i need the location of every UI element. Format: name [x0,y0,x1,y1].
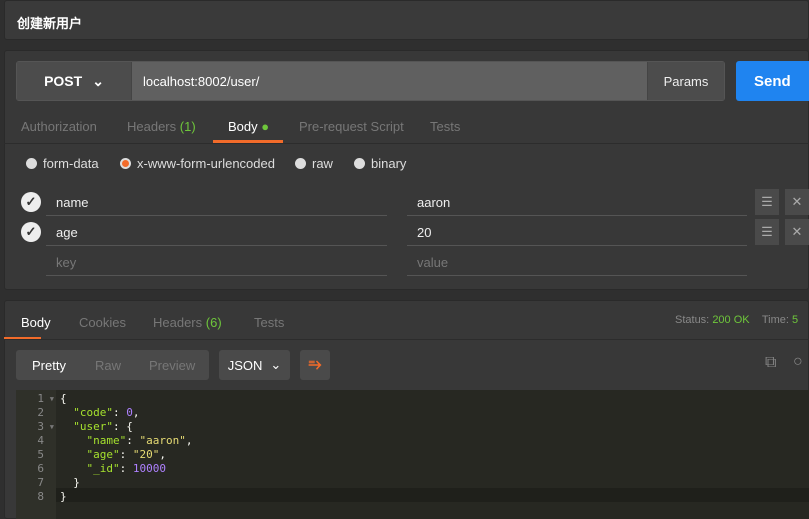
code-line: } [60,490,67,503]
wrap-lines-icon[interactable]: ⥱ [300,350,330,380]
key-input[interactable]: name [46,188,387,216]
code-line: { [60,392,67,405]
line-number: 6 [37,462,44,475]
code-line: "user": { [73,420,133,433]
headers-count: (6) [205,315,222,330]
tab-headers[interactable]: Headers (1) [127,119,196,134]
line-number: 7 [37,476,44,489]
key-input[interactable]: age [46,218,387,246]
response-tab-body[interactable]: Body [21,315,51,330]
format-label: JSON [227,357,263,373]
divider [4,143,809,144]
tab-authorization[interactable]: Authorization [21,119,97,134]
view-pretty-button[interactable]: Pretty [32,358,66,373]
radio-icon [295,158,306,169]
response-tab-headers[interactable]: Headers (6) [153,315,222,330]
method-label: POST [44,73,83,89]
tab-label: Body [228,119,258,134]
new-key-input[interactable]: key [46,248,387,276]
tab-body[interactable]: Body ● [228,119,269,134]
delete-row-icon[interactable]: ✕ [785,219,809,245]
radio-raw[interactable]: raw [295,156,333,171]
response-tab-cookies[interactable]: Cookies [79,315,126,330]
code-line: "name": "aaron", [86,434,193,447]
radio-form-data[interactable]: form-data [26,156,99,171]
active-line-highlight [56,488,809,502]
headers-count: (1) [179,119,196,134]
drag-handle-icon[interactable]: ☰ [755,219,779,245]
radio-selected-icon [120,158,131,169]
params-button[interactable]: Params [647,62,724,100]
line-number: 8 [37,490,44,503]
send-button[interactable]: Send [736,61,809,101]
radio-icon [354,158,365,169]
method-select[interactable]: POST ⌄ [17,62,132,100]
tab-pre-request-script[interactable]: Pre-request Script [299,119,404,134]
url-bar: POST ⌄ localhost:8002/user/ Params [16,61,725,101]
radio-label: x-www-form-urlencoded [137,156,275,171]
chevron-down-icon: ⌄ [92,72,104,89]
line-number: 4 [37,434,44,447]
fold-arrow-icon: ▼ [49,395,54,403]
response-tab-tests[interactable]: Tests [254,315,284,330]
code-line: "_id": 10000 [86,462,167,475]
body-indicator-dot-icon: ● [261,119,270,134]
radio-icon [26,158,37,169]
radio-x-www-form-urlencoded[interactable]: x-www-form-urlencoded [120,156,275,171]
value-input[interactable]: aaron [407,188,747,216]
value-input[interactable]: 20 [407,218,747,246]
view-raw-button[interactable]: Raw [95,358,121,373]
radio-label: form-data [43,156,99,171]
radio-label: raw [312,156,333,171]
time-value: 5 [792,314,799,326]
tab-label: Headers [127,119,177,134]
format-select[interactable]: JSON ⌄ [219,350,290,380]
request-title: 创建新用户 [17,16,83,31]
radio-label: binary [371,156,407,171]
time-label: Time: [761,314,789,326]
line-number: 3 ▼ [37,420,54,433]
request-title-bar[interactable]: 创建新用户 [4,0,809,40]
new-value-input[interactable]: value [407,248,747,276]
code-line: "code": 0, [73,406,140,419]
line-number: 1 ▼ [37,392,54,405]
status-label: Status: [675,314,710,326]
delete-row-icon[interactable]: ✕ [785,189,809,215]
view-preview-button[interactable]: Preview [149,358,195,373]
row-checkbox-checked-icon[interactable]: ✓ [21,192,41,212]
response-code-editor[interactable]: 1 ▼ 2 3 ▼ 4 5 6 7 8 { "code": 0, "user": {… [16,390,809,519]
radio-binary[interactable]: binary [354,156,406,171]
line-number: 2 [37,406,44,419]
tab-label: Headers [153,315,203,330]
drag-handle-icon[interactable]: ☰ [755,189,779,215]
divider [4,339,809,340]
code-line: } [73,476,80,489]
copy-icon[interactable]: ⧉ [765,354,776,372]
code-line: "age": "20", [86,448,167,461]
row-checkbox-checked-icon[interactable]: ✓ [21,222,41,242]
view-mode-group: Pretty Raw Preview [16,350,209,380]
chevron-down-icon: ⌄ [270,357,282,372]
url-input[interactable]: localhost:8002/user/ [143,74,259,89]
response-meta: Status: 200 OK Time: 5 [675,314,798,326]
line-number: 5 [37,448,44,461]
tab-tests[interactable]: Tests [430,119,460,134]
search-icon[interactable]: ○ [793,353,803,371]
fold-arrow-icon: ▼ [49,423,54,431]
status-value: 200 OK [712,314,750,326]
